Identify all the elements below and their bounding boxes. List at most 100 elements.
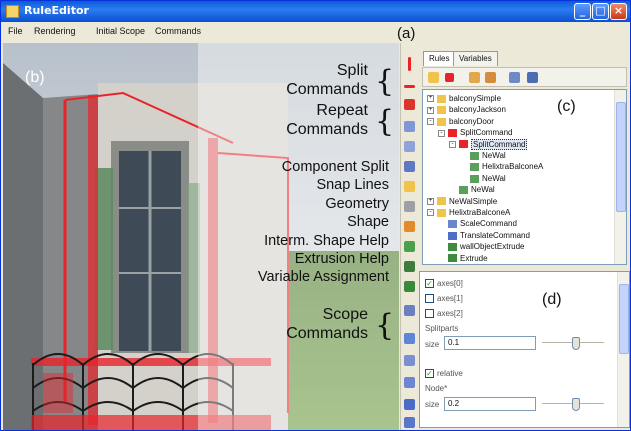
move-up-icon[interactable]: [469, 72, 480, 83]
collapse-icon[interactable]: -: [427, 118, 434, 126]
tree-node[interactable]: NeWal: [460, 150, 506, 161]
rule-editor-window: RuleEditor _ □ × File Rendering Initial …: [0, 0, 631, 431]
scope-scale-icon[interactable]: [404, 377, 415, 388]
properties-scrollbar[interactable]: [617, 272, 629, 427]
split-brace: {: [375, 64, 395, 99]
axes-1-checkbox[interactable]: [425, 294, 434, 304]
menu-commands[interactable]: Commands: [155, 26, 201, 36]
axes-0-row[interactable]: ✓ axes[0]: [425, 279, 463, 289]
3d-viewport[interactable]: Split Commands { Repeat Commands { Compo…: [3, 43, 399, 430]
tree-node[interactable]: HelixtraBalconeA: [460, 161, 543, 172]
rule-tree[interactable]: + balconySimple + balconyJackson - balconyDoo…: [422, 89, 627, 265]
title-bar[interactable]: RuleEditor _ □ ×: [1, 1, 630, 22]
size-slider-2[interactable]: [542, 397, 604, 411]
size-input-2[interactable]: 0.2: [444, 397, 536, 411]
split-icon: [448, 129, 457, 138]
expand-icon[interactable]: +: [427, 197, 434, 205]
delete-icon[interactable]: [445, 73, 454, 82]
collapse-icon[interactable]: -: [438, 129, 445, 137]
repeat-commands-caption: Repeat Commands: [286, 101, 368, 139]
split-z-icon[interactable]: [404, 99, 415, 110]
scope-pop-icon[interactable]: [404, 417, 415, 428]
slider-thumb-2[interactable]: [572, 398, 580, 411]
shape-icon[interactable]: [404, 221, 415, 232]
tab-variables[interactable]: Variables: [453, 51, 498, 66]
extrude-icon: [448, 254, 457, 263]
axes-0-checkbox[interactable]: ✓: [425, 279, 434, 289]
extrusion-icon[interactable]: [404, 261, 415, 272]
tree-node[interactable]: + balconyJackson: [427, 104, 506, 115]
properties-scroll-thumb[interactable]: [619, 284, 629, 354]
menu-bar: File Rendering Initial Scope Commands: [1, 22, 630, 41]
tree-node-label: wallObjectExtrude: [460, 242, 525, 252]
split-x-icon[interactable]: [408, 57, 411, 71]
collapse-icon[interactable]: -: [427, 209, 434, 217]
slider-thumb-1[interactable]: [572, 337, 580, 350]
size-slider-1[interactable]: [542, 336, 604, 350]
minimize-button[interactable]: _: [574, 3, 591, 20]
tree-node[interactable]: - SplitCommand: [438, 127, 512, 138]
shape-icon: [470, 151, 479, 160]
tree-node[interactable]: - SplitCommand: [449, 138, 528, 150]
tree-node[interactable]: NeWal: [460, 173, 506, 184]
tree-node-label: TranslateCommand: [460, 230, 530, 240]
axes-2-row[interactable]: axes[2]: [425, 309, 463, 319]
tab-rules[interactable]: Rules: [423, 51, 456, 66]
size-label-2: size: [425, 400, 440, 409]
repeat-caption-line2: Commands: [286, 121, 368, 138]
find-icon[interactable]: [527, 72, 538, 83]
tree-node-label: SplitCommand: [460, 128, 513, 138]
extrusion-help-icon[interactable]: [404, 281, 415, 292]
maximize-button[interactable]: □: [592, 3, 609, 20]
move-down-icon[interactable]: [485, 72, 496, 83]
scope-caption-line1: Scope: [322, 306, 368, 323]
caption-snap-lines: Snap Lines: [316, 177, 389, 194]
caption-component-split: Component Split: [281, 159, 389, 175]
split-y-icon[interactable]: [404, 85, 415, 88]
geometry-icon[interactable]: [404, 201, 415, 212]
folder-icon: [437, 208, 446, 217]
tree-node[interactable]: + balconySimple: [427, 93, 501, 104]
tree-node[interactable]: - balconyDoor: [427, 116, 494, 127]
snap-lines-icon[interactable]: [404, 181, 415, 192]
repeat-y-icon[interactable]: [404, 141, 415, 152]
expand-icon[interactable]: +: [427, 106, 434, 114]
scope-translate-icon[interactable]: [404, 333, 415, 344]
relative-row[interactable]: ✓ relative: [425, 369, 463, 379]
tree-node[interactable]: + NeWalSimple: [427, 196, 497, 207]
axes-2-checkbox[interactable]: [425, 309, 434, 319]
tree-node[interactable]: NeWal: [449, 184, 495, 195]
axes-1-row[interactable]: axes[1]: [425, 294, 463, 304]
new-rule-icon[interactable]: [428, 72, 439, 83]
collapse-icon[interactable]: -: [449, 140, 456, 148]
close-button[interactable]: ×: [610, 3, 627, 20]
size-input-1[interactable]: 0.1: [444, 336, 536, 350]
component-split-icon[interactable]: [404, 161, 415, 172]
split-icon: [459, 140, 468, 149]
menu-initial-scope[interactable]: Initial Scope: [96, 26, 145, 36]
edit-icon[interactable]: [509, 72, 520, 83]
scope-rotate-icon[interactable]: [404, 355, 415, 366]
menu-file[interactable]: File: [8, 26, 23, 36]
relative-checkbox[interactable]: ✓: [425, 369, 434, 379]
expand-icon[interactable]: +: [427, 95, 434, 103]
tree-node[interactable]: TranslateCommand: [438, 230, 530, 241]
tree-node[interactable]: - HelixtraBalconeA: [427, 207, 510, 218]
tree-scroll-thumb[interactable]: [616, 102, 626, 212]
folder-icon: [437, 106, 446, 115]
tree-scrollbar[interactable]: [614, 90, 626, 264]
scope-push-icon[interactable]: [404, 399, 415, 410]
axes-2-label: axes[2]: [437, 309, 463, 318]
tree-node[interactable]: Extrude: [438, 253, 488, 264]
repeat-x-icon[interactable]: [404, 121, 415, 132]
menu-rendering[interactable]: Rendering: [34, 26, 76, 36]
tree-node-label: HelixtraBalconeA: [482, 162, 544, 172]
scale-icon: [448, 220, 457, 229]
extrude-icon: [448, 243, 457, 252]
tree-node[interactable]: ScaleCommand: [438, 218, 517, 229]
shape-icon: [470, 163, 479, 172]
variable-assignment-icon[interactable]: [404, 305, 415, 316]
interm-shape-icon[interactable]: [404, 241, 415, 252]
tree-node[interactable]: wallObjectExtrude: [438, 241, 524, 252]
split-parts-label: Splitparts: [425, 324, 459, 333]
